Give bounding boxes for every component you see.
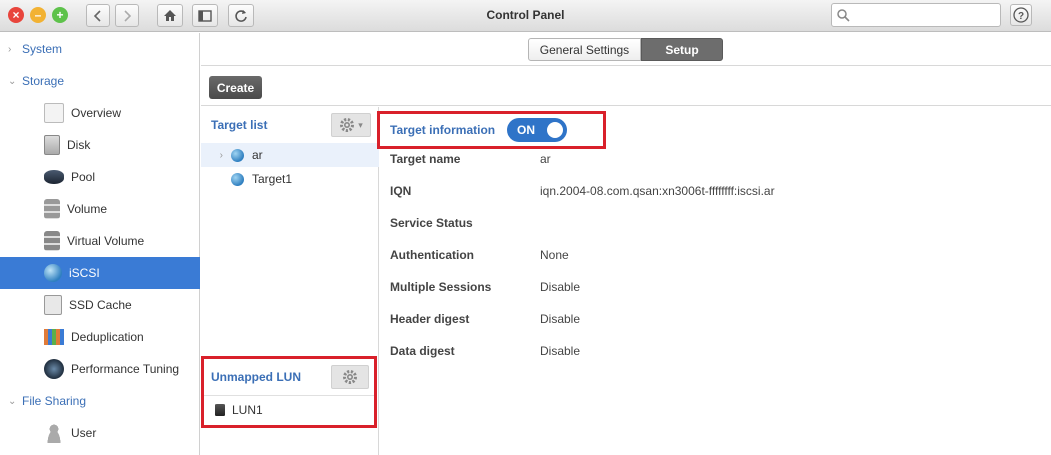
info-label-iqn: IQN: [390, 184, 412, 198]
title-bar: × – + Control Panel ?: [0, 0, 1051, 32]
svg-text:?: ?: [1018, 11, 1024, 22]
target-enable-toggle[interactable]: ON: [507, 118, 567, 142]
gear-icon: [340, 118, 355, 132]
sidebar-item-label: Deduplication: [71, 330, 144, 344]
sidebar-item-ssd-cache[interactable]: SSD Cache: [0, 289, 200, 321]
ssd-cache-icon: [44, 295, 62, 315]
sidebar: › System ⌄ Storage Overview Disk Pool Vo…: [0, 33, 200, 455]
sidebar-item-label: Performance Tuning: [71, 362, 180, 376]
search-icon: [837, 9, 850, 22]
sidebar-item-virtual-volume[interactable]: Virtual Volume: [0, 225, 200, 257]
sidebar-section-storage[interactable]: ⌄ Storage: [0, 65, 200, 97]
disk-icon: [44, 135, 60, 155]
sidebar-item-label: Overview: [71, 106, 122, 120]
info-value-data-digest: Disable: [540, 344, 581, 358]
target-label: ar: [252, 148, 263, 162]
unmapped-lun-gear-button[interactable]: [331, 365, 369, 389]
volume-icon: [44, 199, 60, 219]
lun-label: LUN1: [232, 403, 263, 417]
create-button[interactable]: Create: [209, 76, 262, 99]
iscsi-icon: [44, 264, 62, 282]
target-information-title: Target information: [390, 123, 496, 137]
sidebar-item-deduplication[interactable]: Deduplication: [0, 321, 200, 353]
gear-icon: [343, 370, 357, 384]
unmapped-lun-title: Unmapped LUN: [211, 370, 301, 384]
chevron-down-icon: ⌄: [8, 395, 17, 407]
globe-icon: [231, 148, 244, 162]
tab-bar: General Settings Setup: [201, 33, 1051, 66]
deduplication-icon: [44, 329, 64, 345]
toggle-knob: [547, 122, 563, 138]
tab-general-settings[interactable]: General Settings: [528, 38, 641, 61]
target-list-item-target1[interactable]: Target1: [201, 167, 379, 191]
sidebar-section-label: Storage: [22, 74, 65, 88]
info-value-iqn: iqn.2004-08.com.qsan:xn3006t-ffffffff:is…: [540, 184, 775, 198]
info-value-header-digest: Disable: [540, 312, 581, 326]
sidebar-item-user[interactable]: User: [0, 417, 200, 449]
unmapped-lun-header: Unmapped LUN: [204, 359, 374, 396]
sidebar-item-label: iSCSI: [69, 266, 100, 280]
toggle-label: ON: [517, 123, 535, 137]
sidebar-item-overview[interactable]: Overview: [0, 97, 200, 129]
sidebar-item-iscsi[interactable]: iSCSI: [0, 257, 200, 289]
sidebar-section-label: System: [22, 42, 63, 56]
chevron-right-icon[interactable]: ›: [201, 150, 223, 161]
target-label: Target1: [252, 172, 293, 186]
chevron-down-icon: ⌄: [8, 75, 17, 87]
info-label-multiple-sessions: Multiple Sessions: [390, 280, 492, 294]
info-label-authentication: Authentication: [390, 248, 474, 262]
sidebar-section-system[interactable]: › System: [0, 33, 200, 65]
chevron-down-icon: ▾: [358, 119, 363, 130]
unmapped-lun-panel: Unmapped LUN LUN1: [201, 356, 377, 428]
sidebar-item-label: SSD Cache: [69, 298, 132, 312]
unmapped-lun-item[interactable]: LUN1: [204, 398, 374, 422]
info-label-service-status: Service Status: [390, 216, 473, 230]
sidebar-item-label: Disk: [67, 138, 91, 152]
help-icon[interactable]: ?: [1010, 4, 1032, 26]
info-value-multiple-sessions: Disable: [540, 280, 581, 294]
sidebar-item-volume[interactable]: Volume: [0, 193, 200, 225]
sidebar-item-label: Virtual Volume: [67, 234, 145, 248]
user-icon: [44, 423, 64, 443]
chevron-right-icon: ›: [8, 43, 12, 55]
info-label-target-name: Target name: [390, 152, 461, 166]
pool-icon: [44, 170, 64, 184]
sidebar-section-label: File Sharing: [22, 394, 87, 408]
target-list-gear-button[interactable]: ▾: [331, 113, 371, 137]
globe-icon: [231, 172, 244, 186]
speedometer-icon: [44, 359, 64, 379]
virtual-volume-icon: [44, 231, 60, 251]
info-value-target-name: ar: [540, 152, 551, 166]
sidebar-item-performance-tuning[interactable]: Performance Tuning: [0, 353, 200, 385]
search-input[interactable]: [831, 3, 1001, 27]
info-value-authentication: None: [540, 248, 569, 262]
target-list-item-ar[interactable]: › ar: [201, 143, 379, 167]
sidebar-item-pool[interactable]: Pool: [0, 161, 200, 193]
toolbar: Create: [201, 66, 1051, 106]
sidebar-item-label: User: [71, 426, 97, 440]
target-list-title: Target list: [211, 118, 268, 132]
overview-icon: [44, 103, 64, 123]
info-label-header-digest: Header digest: [390, 312, 470, 326]
sidebar-item-disk[interactable]: Disk: [0, 129, 200, 161]
sidebar-section-file-sharing[interactable]: ⌄ File Sharing: [0, 385, 200, 417]
tab-setup[interactable]: Setup: [641, 38, 723, 61]
sidebar-item-label: Pool: [71, 170, 96, 184]
info-label-data-digest: Data digest: [390, 344, 455, 358]
lun-icon: [215, 404, 225, 416]
sidebar-item-label: Volume: [67, 202, 108, 216]
